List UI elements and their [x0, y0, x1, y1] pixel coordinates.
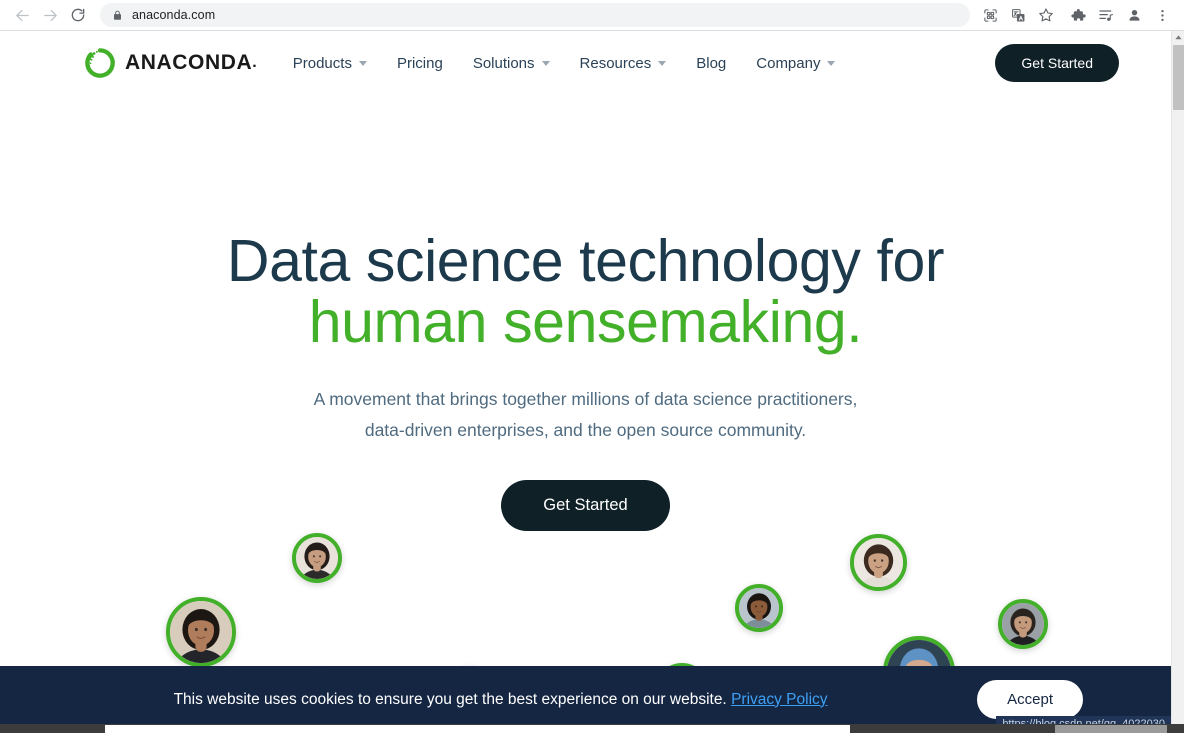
bookmark-button[interactable]	[1033, 2, 1059, 28]
back-arrow-icon	[14, 7, 31, 24]
nav-label: Pricing	[396, 54, 443, 72]
nav-item-pricing[interactable]: Pricing	[397, 55, 443, 72]
reload-button[interactable]	[64, 1, 92, 29]
cookie-accept-button[interactable]: Accept	[977, 680, 1083, 719]
hero-subtitle-line1: A movement that brings together millions…	[313, 388, 858, 409]
cookie-banner-text: This website uses cookies to ensure you …	[84, 691, 977, 709]
avatar-woman-curly-glasses	[850, 534, 907, 591]
address-bar-url: anaconda.com	[132, 8, 216, 22]
taskbar-window-active[interactable]	[105, 725, 850, 733]
reload-icon	[70, 7, 86, 23]
anaconda-ring-logo	[84, 47, 116, 79]
page-scrollbar[interactable]	[1171, 31, 1184, 733]
avatar-woman-dark-hair	[292, 533, 342, 583]
media-list-button[interactable]	[1093, 2, 1119, 28]
nav-label: Solutions	[472, 54, 535, 72]
chevron-down-icon	[827, 60, 836, 66]
privacy-policy-link[interactable]: Privacy Policy	[731, 691, 827, 708]
nav-item-blog[interactable]: Blog	[696, 55, 726, 72]
avatar-man-smiling	[735, 584, 783, 632]
chevron-down-icon	[358, 60, 367, 66]
chevron-down-icon	[541, 60, 550, 66]
qr-code-button[interactable]	[977, 2, 1003, 28]
site-header: ANACONDA . Products Pricing Solutions Re…	[0, 31, 1171, 95]
hero-subtitle: A movement that brings together millions…	[0, 354, 1171, 446]
lock-icon	[112, 9, 123, 22]
nav-label: Resources	[579, 54, 652, 72]
hero-title-line1: Data science technology for	[226, 228, 945, 294]
profile-avatar-icon	[1126, 7, 1143, 24]
avatar-portrait	[1002, 603, 1044, 645]
nav-label: Products	[292, 54, 352, 72]
chrome-menu-button[interactable]	[1149, 2, 1175, 28]
avatar-man-dark-shirt	[998, 599, 1048, 649]
hero-get-started-button[interactable]: Get Started	[501, 480, 670, 531]
hero-title-line2: human sensemaking.	[308, 289, 863, 356]
nav-item-resources[interactable]: Resources	[580, 55, 667, 72]
hero-title: Data science technology for human sensem…	[0, 95, 1171, 354]
avatar-portrait	[170, 601, 232, 663]
browser-toolbar: anaconda.com	[0, 0, 1184, 31]
qr-code-icon	[983, 8, 998, 23]
os-taskbar[interactable]	[0, 724, 1184, 733]
nav-item-products[interactable]: Products	[293, 55, 367, 72]
back-button[interactable]	[8, 1, 36, 29]
hero-section: Data science technology for human sensem…	[0, 95, 1171, 531]
hero-cta-wrapper: Get Started	[0, 446, 1171, 531]
scroll-up-arrow-icon	[1174, 33, 1183, 42]
anaconda-logo[interactable]: ANACONDA .	[84, 47, 257, 79]
taskbar-window-secondary[interactable]	[1055, 725, 1167, 733]
extensions-puzzle-icon	[1070, 7, 1086, 23]
anaconda-wordmark: ANACONDA	[125, 51, 253, 74]
header-get-started-button[interactable]: Get Started	[995, 44, 1119, 82]
anaconda-homepage: ANACONDA . Products Pricing Solutions Re…	[0, 31, 1171, 733]
site-navigation: Products Pricing Solutions Resources Blo…	[293, 55, 996, 72]
scroll-up-button[interactable]	[1172, 31, 1184, 44]
chevron-down-icon	[658, 60, 667, 66]
hero-subtitle-line2: data-driven enterprises, and the open so…	[364, 419, 807, 440]
nav-label: Company	[756, 54, 821, 72]
avatar-portrait	[854, 538, 903, 587]
cookie-message: This website uses cookies to ensure you …	[173, 690, 727, 708]
translate-button[interactable]	[1005, 2, 1031, 28]
bookmark-star-icon	[1038, 7, 1054, 23]
extensions-button[interactable]	[1065, 2, 1091, 28]
forward-button[interactable]	[36, 1, 64, 29]
anaconda-trademark-dot: .	[252, 54, 257, 71]
nav-item-solutions[interactable]: Solutions	[473, 55, 550, 72]
media-list-icon	[1098, 7, 1114, 23]
profile-button[interactable]	[1121, 2, 1147, 28]
avatar-portrait	[296, 537, 338, 579]
avatar-woman-short-hair	[166, 597, 236, 667]
translate-icon	[1011, 8, 1026, 23]
toolbar-icon-group	[976, 2, 1176, 28]
browser-window: anaconda.com ANACONDA . Products Pricing…	[0, 0, 1184, 733]
avatar-portrait	[739, 588, 779, 628]
page-viewport: ANACONDA . Products Pricing Solutions Re…	[0, 31, 1184, 733]
scrollbar-thumb[interactable]	[1173, 45, 1184, 110]
address-bar[interactable]: anaconda.com	[100, 3, 970, 27]
forward-arrow-icon	[42, 7, 59, 24]
three-dot-menu-icon	[1155, 8, 1170, 23]
nav-item-company[interactable]: Company	[756, 54, 836, 72]
nav-label: Blog	[696, 54, 727, 72]
